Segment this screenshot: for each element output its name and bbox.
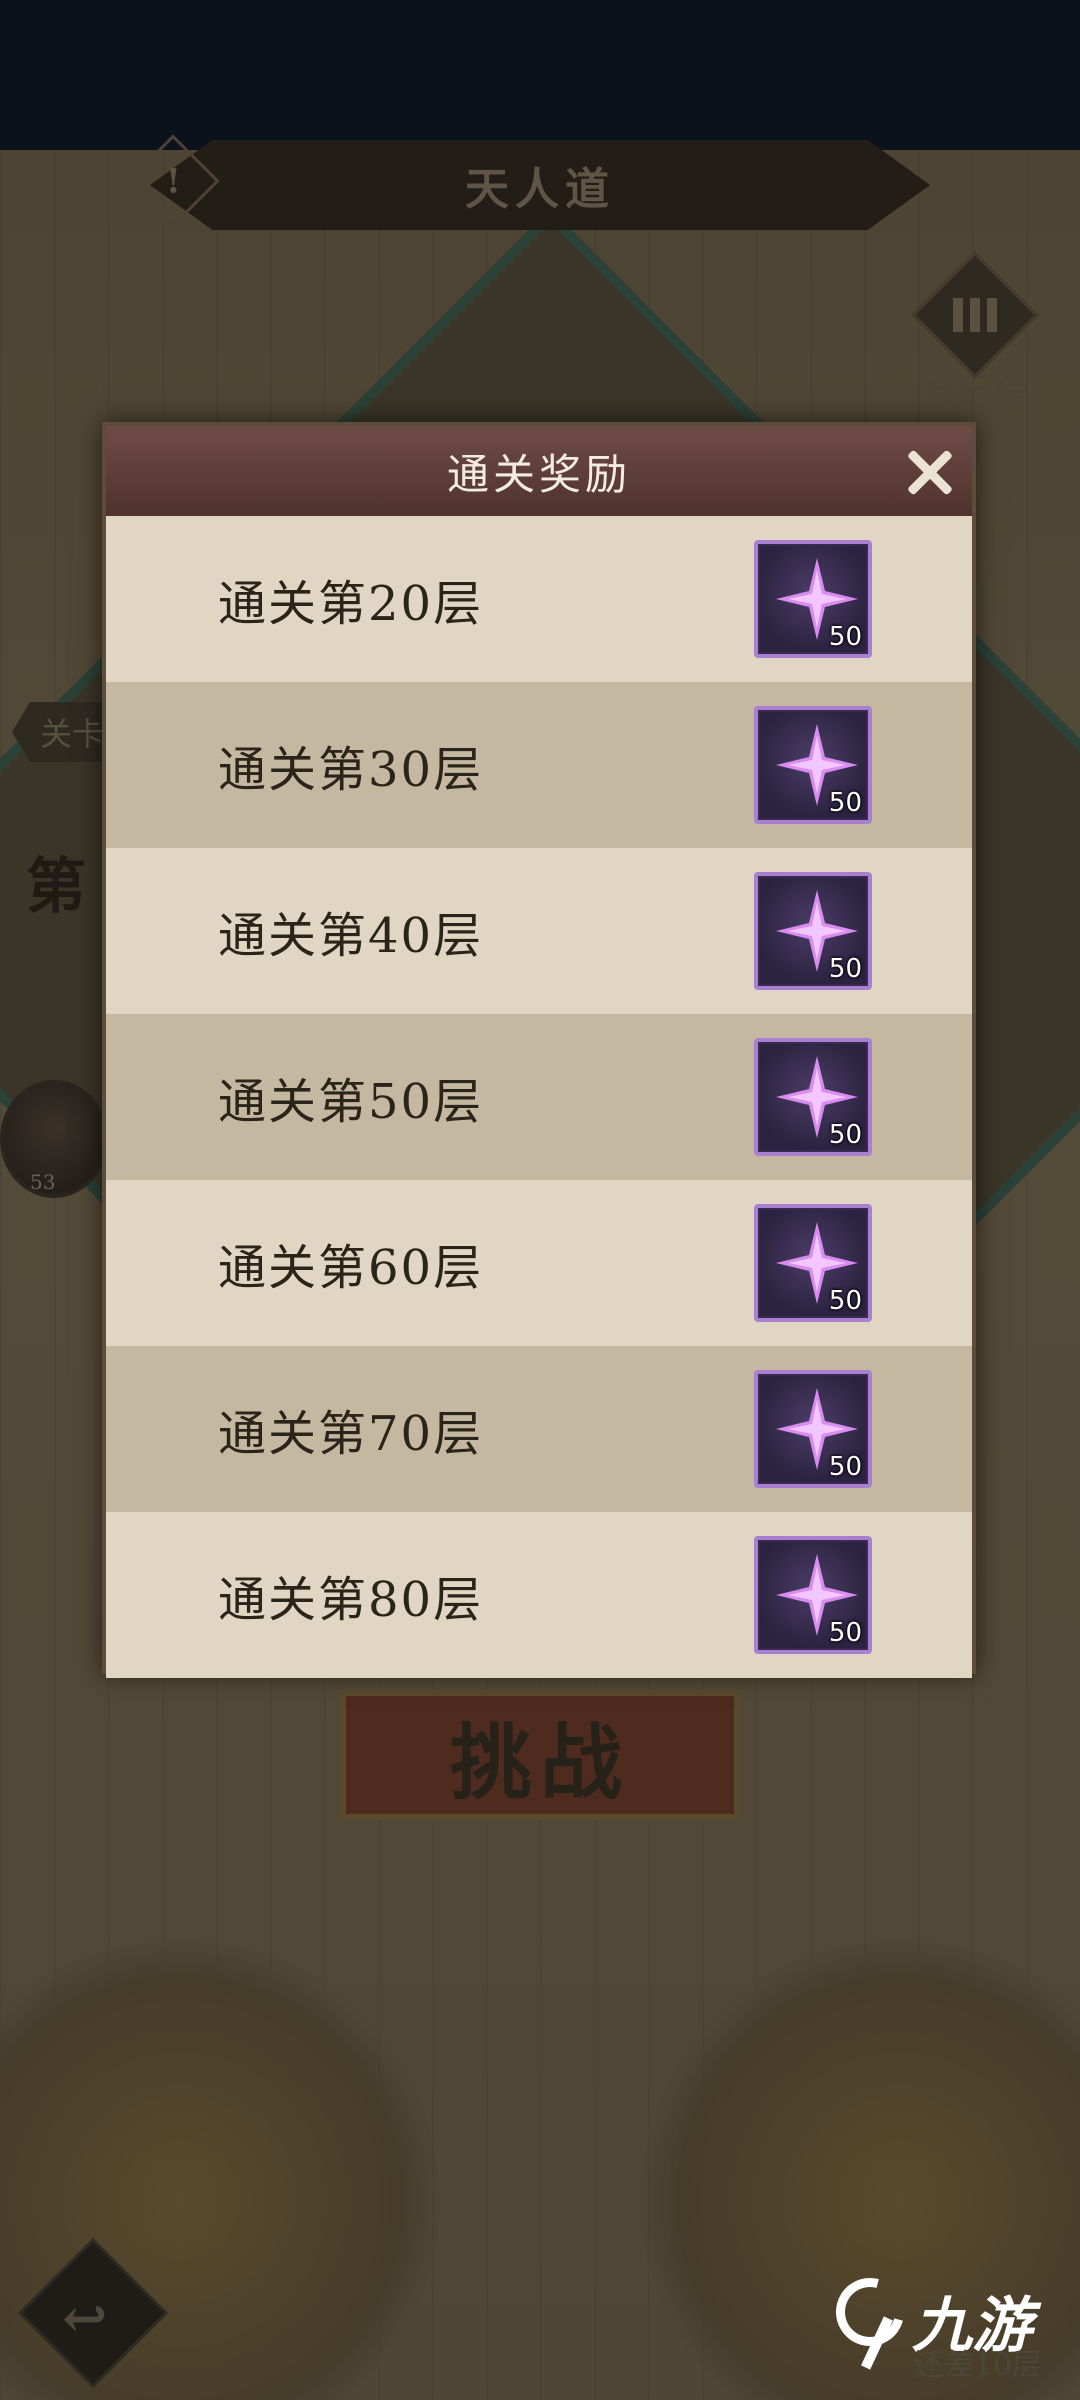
stage-tab-label: 关卡 <box>40 715 105 753</box>
close-icon[interactable] <box>902 444 958 500</box>
reward-quantity: 50 <box>828 1452 862 1482</box>
reward-item[interactable]: 50 <box>754 706 872 824</box>
avatar-level: 53 <box>30 1170 56 1194</box>
top-dark-band <box>0 0 1080 150</box>
stage-heading: 第 <box>26 852 86 922</box>
reward-label: 通关第40层 <box>218 908 484 964</box>
clear-reward-dialog: 通关奖励 通关第20层 50 通关第30层 50 通关第40层 50 通关第50… <box>102 422 976 1678</box>
reward-quantity: 50 <box>828 954 862 984</box>
dialog-header: 通关奖励 <box>106 426 972 516</box>
reward-quantity: 50 <box>828 622 862 652</box>
reward-row: 通关第60层 50 <box>106 1180 972 1346</box>
watermark-logo-icon <box>828 2272 906 2368</box>
reward-item[interactable]: 50 <box>754 540 872 658</box>
reward-item[interactable]: 50 <box>754 1038 872 1156</box>
reward-quantity: 50 <box>828 1286 862 1316</box>
reward-label: 通关第60层 <box>218 1240 484 1296</box>
dialog-title: 通关奖励 <box>446 449 631 499</box>
reward-row: 通关第20层 50 <box>106 516 972 682</box>
reward-quantity: 50 <box>828 788 862 818</box>
reward-list: 通关第20层 50 通关第30层 50 通关第40层 50 通关第50层 50 … <box>106 516 972 1678</box>
reward-label: 通关第20层 <box>218 576 484 632</box>
reward-label: 通关第50层 <box>218 1074 484 1130</box>
reward-label: 通关第30层 <box>218 742 484 798</box>
page-title-bar: 天人道 <box>150 140 930 230</box>
reward-row: 通关第40层 50 <box>106 848 972 1014</box>
reward-item[interactable]: 50 <box>754 1536 872 1654</box>
reward-row: 通关第80层 50 <box>106 1512 972 1678</box>
reward-row: 通关第30层 50 <box>106 682 972 848</box>
challenge-label: 挑战 <box>449 1714 630 1811</box>
reward-label: 通关第70层 <box>218 1406 484 1462</box>
reward-quantity: 50 <box>828 1618 862 1648</box>
reward-row: 通关第70层 50 <box>106 1346 972 1512</box>
back-arrow-icon: ↩ <box>62 2286 108 2350</box>
remaining-floors-text: 还差10层 <box>913 2348 1042 2383</box>
challenge-button[interactable]: 挑战 <box>340 1690 740 1820</box>
leaderboard-icon <box>911 251 1039 379</box>
page-title: 天人道 <box>465 164 615 215</box>
reward-quantity: 50 <box>828 1120 862 1150</box>
reward-item[interactable]: 50 <box>754 872 872 990</box>
reward-item[interactable]: 50 <box>754 1370 872 1488</box>
leaderboard-button[interactable]: 排行榜 <box>910 251 1040 412</box>
reward-label: 通关第80层 <box>218 1572 484 1628</box>
reward-item[interactable]: 50 <box>754 1204 872 1322</box>
reward-row: 通关第50层 50 <box>106 1014 972 1180</box>
